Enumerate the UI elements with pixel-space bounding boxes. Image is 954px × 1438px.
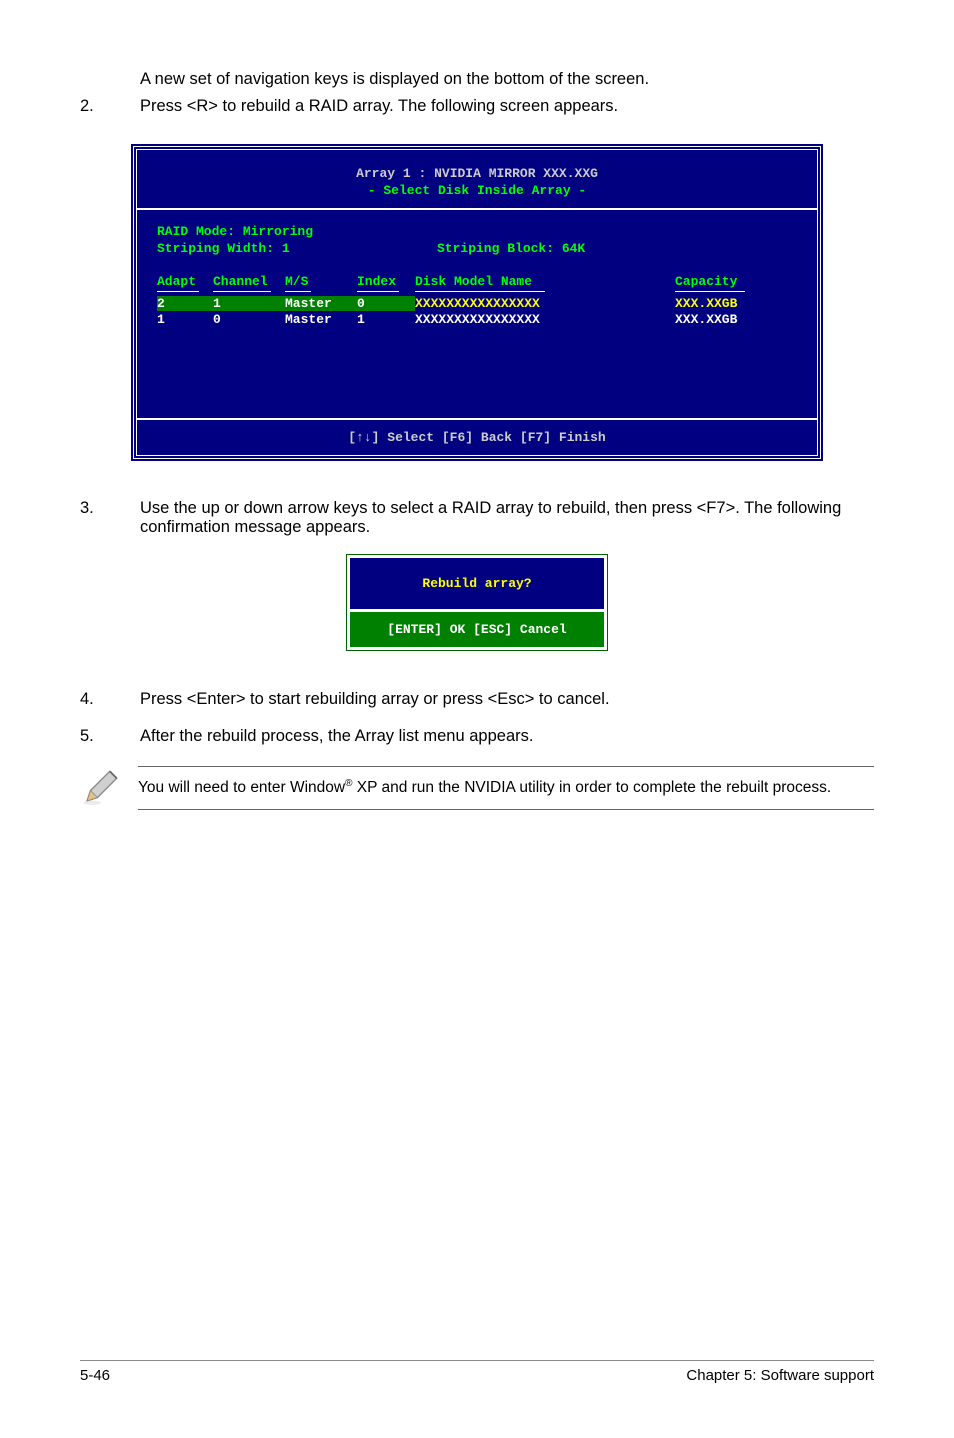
note-text-part1: You will need to enter Window [138, 779, 345, 796]
table-underline [157, 291, 797, 292]
th-capacity: Capacity [675, 274, 775, 289]
chapter-label: Chapter 5: Software support [686, 1367, 874, 1384]
page-footer: 5-46 Chapter 5: Software support [80, 1360, 874, 1384]
step-number: 3. [80, 499, 140, 537]
th-index: Index [357, 274, 415, 289]
step-3: 3. Use the up or down arrow keys to sele… [80, 499, 874, 537]
step-text: After the rebuild process, the Array lis… [140, 727, 874, 746]
cell-capacity: XXX.XXGB [675, 296, 775, 311]
table-header-row: Adapt Channel M/S Index Disk Model Name … [157, 274, 797, 289]
bios-header: Array 1 : NVIDIA MIRROR XXX.XXG - Select… [137, 150, 817, 210]
bios-screen: Array 1 : NVIDIA MIRROR XXX.XXG - Select… [133, 146, 821, 459]
bios-subtitle: - Select Disk Inside Array - [137, 183, 817, 198]
raid-mode: RAID Mode: Mirroring [157, 224, 797, 239]
cell-capacity: XXX.XXGB [675, 312, 775, 327]
step-2: 2. Press <R> to rebuild a RAID array. Th… [80, 97, 874, 116]
th-adapt: Adapt [157, 274, 213, 289]
cell-channel: 0 [213, 312, 285, 327]
cell-model: XXXXXXXXXXXXXXXX [415, 296, 675, 311]
step-text: Press <Enter> to start rebuilding array … [140, 690, 874, 709]
dialog-title: Rebuild array? [350, 558, 604, 612]
bios-title: Array 1 : NVIDIA MIRROR XXX.XXG [137, 166, 817, 181]
pencil-icon [80, 766, 122, 808]
th-ms: M/S [285, 274, 357, 289]
cell-ms: Master [285, 296, 357, 311]
step-text: Use the up or down arrow keys to select … [140, 499, 874, 537]
note-text-part2: XP and run the NVIDIA utility in order t… [352, 779, 831, 796]
bios-footer: [↑↓] Select [F6] Back [F7] Finish [137, 418, 817, 455]
step-number: 2. [80, 97, 140, 116]
cell-adapt: 1 [157, 312, 213, 327]
note-box: You will need to enter Window® XP and ru… [80, 766, 874, 810]
table-row: 2 1 Master 0 XXXXXXXXXXXXXXXX XXX.XXGB [157, 296, 797, 311]
striping-width: Striping Width: 1 [157, 241, 437, 256]
cell-model: XXXXXXXXXXXXXXXX [415, 312, 675, 327]
cell-index: 1 [357, 312, 415, 327]
note-text: You will need to enter Window® XP and ru… [138, 766, 874, 810]
cell-ms: Master [285, 312, 357, 327]
disk-table: Adapt Channel M/S Index Disk Model Name … [157, 274, 797, 327]
table-row: 1 0 Master 1 XXXXXXXXXXXXXXXX XXX.XXGB [157, 312, 797, 327]
cell-adapt: 2 [157, 296, 213, 311]
cell-index: 0 [357, 296, 415, 311]
th-model: Disk Model Name [415, 274, 675, 289]
dialog-buttons: [ENTER] OK [ESC] Cancel [350, 612, 604, 647]
confirm-dialog: Rebuild array? [ENTER] OK [ESC] Cancel [347, 555, 607, 650]
intro-text: A new set of navigation keys is displaye… [140, 70, 874, 89]
step-text: Press <R> to rebuild a RAID array. The f… [140, 97, 874, 116]
step-number: 4. [80, 690, 140, 709]
striping-block: Striping Block: 64K [437, 241, 585, 256]
step-number: 5. [80, 727, 140, 746]
page-number: 5-46 [80, 1367, 110, 1384]
cell-channel: 1 [213, 296, 285, 311]
th-channel: Channel [213, 274, 285, 289]
step-4: 4. Press <Enter> to start rebuilding arr… [80, 690, 874, 709]
step-5: 5. After the rebuild process, the Array … [80, 727, 874, 746]
